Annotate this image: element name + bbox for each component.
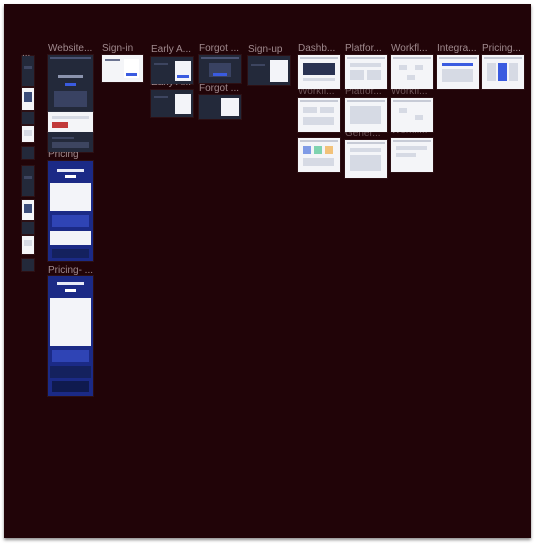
frame-early-access-2[interactable] <box>151 90 193 117</box>
frame-dashboard[interactable] <box>298 55 340 89</box>
frame-platform-2[interactable] <box>345 98 387 132</box>
frame-mobile-2[interactable] <box>22 88 34 110</box>
frame-label-platform[interactable]: Platfor... <box>345 43 382 54</box>
frame-mobile-10[interactable] <box>22 259 34 271</box>
frame-general[interactable] <box>345 140 387 178</box>
frame-label-pricing-top[interactable]: Pricing... <box>482 43 521 54</box>
frame-mobile-7[interactable] <box>22 200 34 220</box>
frame-pricing[interactable] <box>48 161 93 261</box>
frame-workflow-2[interactable] <box>298 98 340 132</box>
frame-website-footer[interactable] <box>48 132 93 152</box>
frame-forgot-2[interactable] <box>199 95 241 119</box>
frame-mobile-9[interactable] <box>22 236 34 254</box>
frame-label-early-access[interactable]: Early A... <box>151 44 191 55</box>
frame-workflow-3[interactable] <box>391 98 433 132</box>
frame-platform[interactable] <box>345 55 387 89</box>
frame-label-workflow[interactable]: Workfl... <box>391 43 427 54</box>
frame-mobile-5[interactable] <box>22 147 34 159</box>
frame-integrations[interactable] <box>437 55 479 89</box>
frame-forgot[interactable] <box>199 55 241 83</box>
frame-label-integrations[interactable]: Integra... <box>437 43 476 54</box>
frame-label-signup[interactable]: Sign-up <box>248 44 282 55</box>
frame-mobile-1[interactable] <box>22 56 34 86</box>
frame-mobile-3[interactable] <box>22 112 34 124</box>
frame-pricing-dash[interactable] <box>48 276 93 396</box>
frame-label-forgot-2[interactable]: Forgot ... <box>199 83 239 94</box>
frame-label-dashboard[interactable]: Dashb... <box>298 43 335 54</box>
frame-label-signin[interactable]: Sign-in <box>102 43 133 54</box>
frame-mobile-4[interactable] <box>22 126 34 142</box>
frame-signin[interactable] <box>102 55 143 82</box>
frame-workflow-4[interactable] <box>391 138 433 172</box>
frame-label-website[interactable]: Website... <box>48 43 92 54</box>
frame-pricing-top[interactable] <box>482 55 524 89</box>
frame-dashboard-3[interactable] <box>298 138 340 172</box>
frame-website-hero[interactable] <box>48 55 93 112</box>
frame-website-section[interactable] <box>48 112 93 132</box>
frame-label-pricing-dash[interactable]: Pricing- ... <box>48 265 93 276</box>
frame-workflow[interactable] <box>391 55 433 89</box>
frame-early-access[interactable] <box>151 57 193 84</box>
design-canvas[interactable]: ... Website... Sign-in Early A... Early … <box>4 4 531 538</box>
frame-mobile-6[interactable] <box>22 166 34 196</box>
frame-signup[interactable] <box>248 56 290 85</box>
frame-label-forgot[interactable]: Forgot ... <box>199 43 239 54</box>
frame-mobile-8[interactable] <box>22 222 34 234</box>
